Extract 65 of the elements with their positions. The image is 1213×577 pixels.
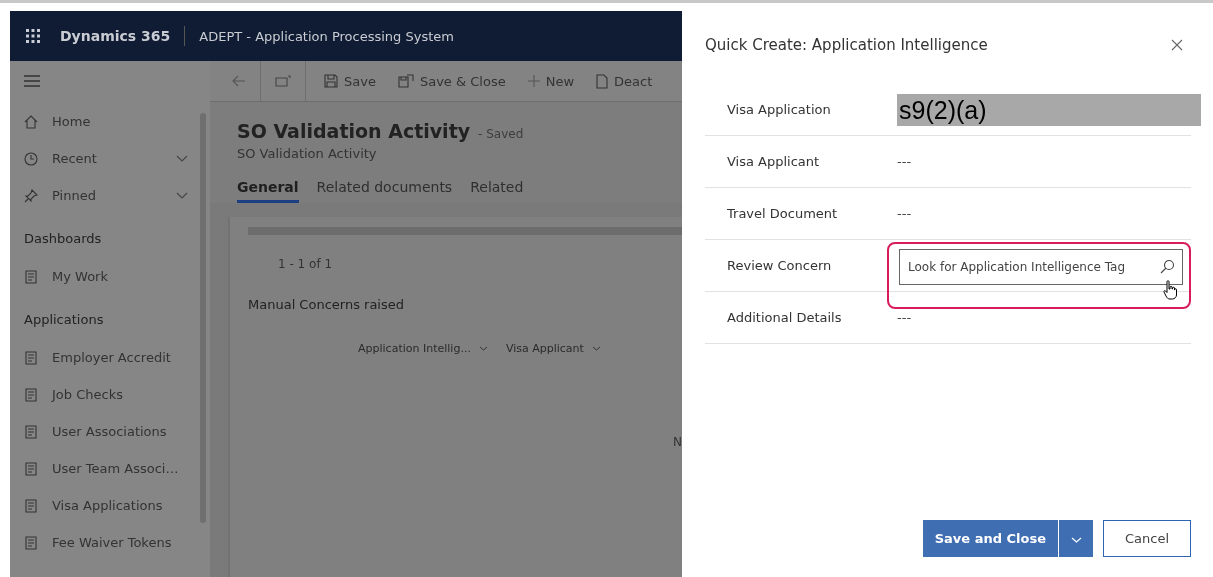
sidebar-item[interactable]: My Work [52,269,188,284]
popout-icon[interactable] [275,75,291,87]
list-icon [24,387,38,402]
list-icon [24,424,38,439]
field-value[interactable]: --- [897,206,912,221]
column-header[interactable]: Visa Applicant [505,342,584,355]
clock-icon [24,151,38,166]
sidebar-item[interactable]: Employer Accredit [52,350,188,365]
pin-icon [24,188,38,203]
chevron-down-icon[interactable] [176,155,188,162]
list-icon [24,535,38,550]
document-icon [596,73,608,89]
form-tab[interactable]: Related documents [316,179,453,203]
chevron-down-icon[interactable] [478,346,488,351]
dialog-title: Quick Create: Application Intelligence [705,36,988,54]
deactivate-button[interactable]: Deact [592,73,657,89]
column-header[interactable]: Application Intellig... [358,342,471,355]
field-label: Visa Applicant [726,154,821,169]
field-label: Visa Application [726,102,832,117]
field-label: Review Concern [726,258,833,273]
sidebar-item[interactable]: Recent [52,151,162,166]
app-name[interactable]: ADEPT - Application Processing System [199,28,454,44]
save-and-close-button[interactable]: Save and Close [922,520,1058,557]
sidebar-item[interactable]: Visa Applications [52,498,188,513]
list-icon [24,350,38,365]
save-close-button[interactable]: Save & Close [393,73,510,89]
sidebar-item[interactable]: Job Checks [52,387,188,402]
field-label: Additional Details [726,310,843,325]
chevron-down-icon[interactable] [176,192,188,199]
redacted-value: s9(2)(a) [897,93,1201,126]
sidebar-item[interactable]: Fee Waiver Tokens [52,535,188,550]
search-icon[interactable] [1160,259,1175,274]
section-title: Manual Concerns raised [248,297,405,312]
sidebar-item[interactable]: User Team Associ… [52,461,188,476]
app-launcher-icon[interactable] [26,29,40,43]
save-status: - Saved [478,127,524,141]
chevron-down-icon[interactable] [591,346,601,351]
new-button[interactable]: New [523,73,578,89]
back-arrow-icon[interactable] [232,75,246,87]
paging-text: 1 - 1 of 1 [277,257,334,271]
app-title[interactable]: Dynamics 365 [60,28,171,44]
sidebar-item[interactable]: Pinned [52,188,162,203]
home-icon [24,114,38,129]
save-button[interactable]: Save [320,73,380,89]
form-tab[interactable]: Related [470,179,524,203]
form-title: SO Validation Activity [237,120,471,142]
plus-icon [527,75,540,87]
sidebar-heading: Dashboards [24,229,103,248]
close-icon[interactable] [1171,39,1183,51]
field-value[interactable]: --- [897,154,912,169]
cut-text: N [673,435,682,449]
lookup-field[interactable]: Look for Application Intelligence Tag [899,249,1183,285]
hand-cursor-icon [1163,280,1177,300]
list-icon [24,498,38,513]
list-icon [24,461,38,476]
field-value[interactable]: --- [897,310,912,325]
form-subtitle: SO Validation Activity [237,146,378,161]
chevron-down-icon [1070,537,1082,543]
sidebar-heading: Applications [24,310,105,329]
list-icon [24,269,38,284]
field-label: Travel Document [726,206,839,221]
menu-icon[interactable] [24,75,40,87]
cancel-button[interactable]: Cancel [1103,520,1191,557]
sidebar-item[interactable]: Home [52,114,188,129]
sidebar-item[interactable]: User Associations [52,424,188,439]
